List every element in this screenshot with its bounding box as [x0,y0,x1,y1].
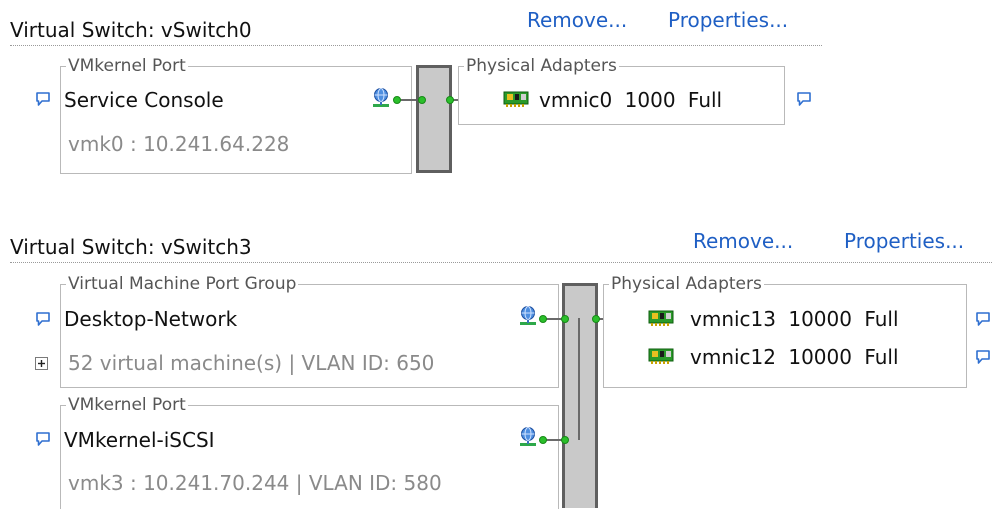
expand-plus-icon[interactable] [35,357,48,370]
adapter-row-vmnic0[interactable]: vmnic0 1000 Full [539,88,722,112]
connector-dot [418,96,426,104]
network-port-icon [370,87,392,109]
vswitch3-vmkernel-legend: VMkernel Port [66,395,188,415]
adapter-name: vmnic13 [690,307,776,331]
adapter-duplex: Full [864,307,899,331]
vswitch0-title: Virtual Switch: vSwitch0 [10,18,252,42]
vswitch0-port-detail: vmk0 : 10.241.64.228 [68,132,290,156]
adapter-speed: 10000 [788,345,852,369]
vswitch0-properties-link[interactable]: Properties... [668,8,788,32]
speech-bubble-icon[interactable] [796,91,812,107]
vswitch3-properties-link[interactable]: Properties... [844,229,964,253]
speech-bubble-icon[interactable] [975,311,991,327]
network-port-icon [517,426,539,448]
nic-icon [648,347,674,365]
connector-dot [393,96,401,104]
desktop-network-port-group[interactable]: Desktop-Network [64,307,237,331]
vswitch0-vmkernel-port-group [60,66,412,174]
vswitch3-vm-port-group-legend: Virtual Machine Port Group [66,274,299,294]
vswitch3-divider [10,262,992,263]
nic-icon [648,309,674,327]
adapter-row-vmnic12[interactable]: vmnic12 10000 Full [690,345,899,369]
vswitch0-port-name[interactable]: Service Console [64,88,224,112]
adapter-duplex: Full [864,345,899,369]
connector-dot [592,315,600,323]
connector-dot [446,96,454,104]
vm-port-group-detail: 52 virtual machine(s) | VLAN ID: 650 [68,351,435,375]
network-port-icon [517,305,539,327]
connector-dot [561,315,569,323]
vswitch0-vmkernel-legend: VMkernel Port [66,56,188,76]
connector-dot [539,436,547,444]
adapter-speed: 10000 [788,307,852,331]
vmkernel-iscsi-detail: vmk3 : 10.241.70.244 | VLAN ID: 580 [68,471,442,495]
vswitch3-physical-adapters-legend: Physical Adapters [609,274,764,294]
speech-bubble-icon[interactable] [35,431,51,447]
adapter-name: vmnic12 [690,345,776,369]
speech-bubble-icon[interactable] [35,311,51,327]
adapter-name: vmnic0 [539,88,613,112]
vmkernel-iscsi-port[interactable]: VMkernel-iSCSI [64,428,215,452]
connector-dot [539,315,547,323]
vswitch3-remove-link[interactable]: Remove... [693,229,793,253]
nic-icon [503,90,529,108]
adapter-duplex: Full [687,88,723,112]
vswitch3-title: Virtual Switch: vSwitch3 [10,235,252,259]
connector-dot [561,436,569,444]
vswitch0-remove-link[interactable]: Remove... [527,8,627,32]
speech-bubble-icon[interactable] [975,349,991,365]
vswitch3-physical-adapters-group [603,284,967,388]
vswitch0-physical-adapters-legend: Physical Adapters [464,56,619,76]
adapter-speed: 1000 [624,88,676,112]
connector-line [578,318,580,440]
speech-bubble-icon[interactable] [35,91,51,107]
adapter-row-vmnic13[interactable]: vmnic13 10000 Full [690,307,899,331]
vswitch0-divider [10,45,822,46]
vswitch0-bus [416,65,452,173]
